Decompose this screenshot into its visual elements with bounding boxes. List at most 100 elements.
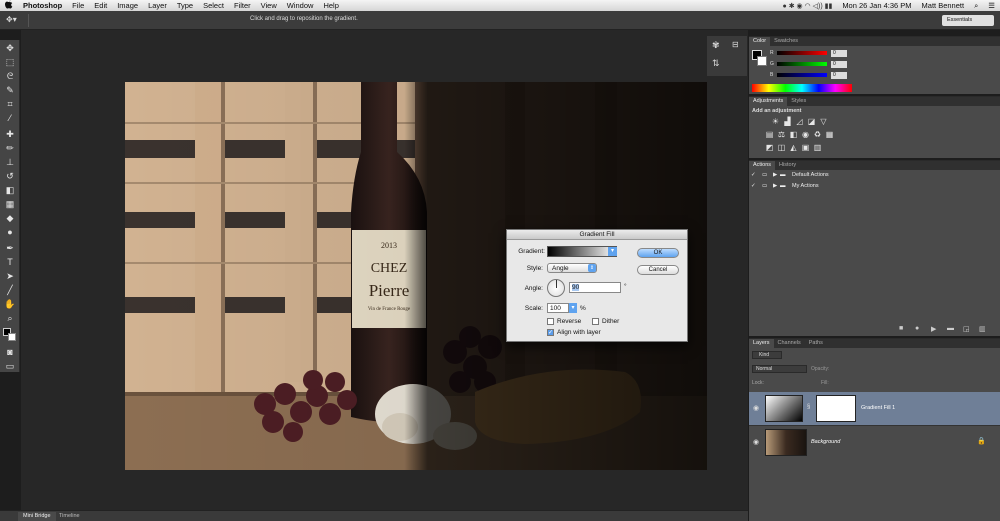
- tab-timeline[interactable]: Timeline: [54, 512, 85, 521]
- action-set-row[interactable]: ✓ ▭ ▶ ▬ Default Actions: [749, 170, 1000, 180]
- move-tool-icon[interactable]: ✥: [4, 42, 16, 54]
- layer-name[interactable]: Gradient Fill 1: [861, 405, 895, 411]
- info-icon[interactable]: ⊟: [732, 40, 739, 49]
- tab-mini-bridge[interactable]: Mini Bridge: [18, 512, 56, 521]
- play-icon[interactable]: ▶: [931, 325, 936, 333]
- record-icon[interactable]: ●: [915, 325, 919, 332]
- stop-icon[interactable]: ■: [899, 325, 903, 332]
- menu-view[interactable]: View: [256, 1, 282, 10]
- eyedropper-tool-icon[interactable]: ⁄: [4, 112, 16, 124]
- exposure-icon[interactable]: ◪: [807, 117, 816, 126]
- apple-icon[interactable]: [0, 0, 18, 11]
- layer-name[interactable]: Background: [811, 439, 840, 445]
- scale-input[interactable]: 100: [547, 303, 569, 313]
- visibility-eye-icon[interactable]: ◉: [753, 404, 759, 412]
- layer-row-background[interactable]: ◉ Background 🔒: [749, 425, 1000, 459]
- tab-channels[interactable]: Channels: [774, 339, 805, 348]
- menu-select[interactable]: Select: [198, 1, 229, 10]
- background-thumbnail[interactable]: [765, 429, 807, 456]
- shape-tool-icon[interactable]: ╱: [4, 284, 16, 296]
- quick-mask-icon[interactable]: ◙: [4, 346, 16, 358]
- brightness-icon[interactable]: ☀: [771, 117, 780, 126]
- blur-tool-icon[interactable]: ◆: [4, 212, 16, 224]
- spotlight-icon[interactable]: ⌕: [969, 1, 983, 11]
- status-icons[interactable]: ● ✱ ◉ ◠ ◁)) ▮▮: [778, 2, 838, 10]
- b-slider[interactable]: [777, 73, 827, 77]
- workspace-select[interactable]: Essentials: [942, 15, 994, 26]
- tab-adjustments[interactable]: Adjustments: [749, 97, 788, 106]
- photo-filter-icon[interactable]: ◉: [801, 130, 810, 139]
- check-icon[interactable]: ✓: [751, 181, 756, 191]
- gradient-thumbnail[interactable]: [765, 395, 803, 422]
- menu-edit[interactable]: Edit: [89, 1, 112, 10]
- menu-file[interactable]: File: [67, 1, 89, 10]
- dither-checkbox[interactable]: [592, 318, 599, 325]
- marquee-tool-icon[interactable]: ⬚: [4, 56, 16, 68]
- eraser-tool-icon[interactable]: ◧: [4, 184, 16, 196]
- action-set-row[interactable]: ✓ ▭ ▶ ▬ My Actions: [749, 181, 1000, 191]
- tab-layers[interactable]: Layers: [749, 339, 774, 348]
- expand-icon[interactable]: ▶: [773, 170, 777, 180]
- vibrance-icon[interactable]: ▽: [819, 117, 828, 126]
- gradient-picker[interactable]: [547, 246, 617, 257]
- visibility-eye-icon[interactable]: ◉: [753, 438, 759, 446]
- pen-tool-icon[interactable]: ✒: [4, 242, 16, 254]
- cancel-button[interactable]: Cancel: [637, 265, 679, 275]
- color-bg-swatch[interactable]: [757, 56, 767, 66]
- dodge-tool-icon[interactable]: ●: [4, 226, 16, 238]
- lasso-tool-icon[interactable]: ᘓ: [4, 70, 16, 82]
- tab-paths[interactable]: Paths: [805, 339, 827, 348]
- gradient-tool-icon[interactable]: ▦: [4, 198, 16, 210]
- move-tool-preset-icon[interactable]: ✥▾: [6, 15, 17, 24]
- path-select-tool-icon[interactable]: ➤: [4, 270, 16, 282]
- menu-image[interactable]: Image: [112, 1, 143, 10]
- hue-sat-icon[interactable]: ▤: [765, 130, 774, 139]
- menu-help[interactable]: Help: [318, 1, 343, 10]
- menu-type[interactable]: Type: [172, 1, 198, 10]
- properties-icon[interactable]: ⇅: [712, 58, 720, 69]
- new-set-icon[interactable]: ▬: [947, 325, 954, 332]
- posterize-icon[interactable]: ◫: [777, 143, 786, 152]
- blend-mode-select[interactable]: Normal: [752, 365, 807, 373]
- layer-row-gradient-fill[interactable]: ◉ § Gradient Fill 1: [749, 392, 1000, 426]
- r-value[interactable]: 0: [831, 50, 847, 57]
- dialog-toggle-icon[interactable]: ▭: [762, 170, 767, 180]
- hand-tool-icon[interactable]: ✋: [4, 298, 16, 310]
- scale-dropdown-button[interactable]: ▾: [569, 303, 577, 313]
- tab-actions[interactable]: Actions: [749, 161, 776, 170]
- align-with-layer-checkbox[interactable]: ✓: [547, 329, 554, 336]
- selective-color-icon[interactable]: ▣: [801, 143, 810, 152]
- trash-icon[interactable]: ▥: [979, 325, 986, 333]
- levels-icon[interactable]: ▟: [783, 117, 792, 126]
- quick-select-tool-icon[interactable]: ✎: [4, 84, 16, 96]
- zoom-tool-icon[interactable]: ⌕: [4, 312, 16, 324]
- user-name[interactable]: Matt Bennett: [917, 1, 970, 10]
- channel-mixer-icon[interactable]: ♻: [813, 130, 822, 139]
- gradient-dropdown-button[interactable]: ▾: [608, 247, 617, 256]
- healing-tool-icon[interactable]: ✚: [4, 128, 16, 140]
- notification-icon[interactable]: ☰: [983, 1, 1000, 10]
- menu-window[interactable]: Window: [282, 1, 319, 10]
- invert-icon[interactable]: ◩: [765, 143, 774, 152]
- b-value[interactable]: 0: [831, 72, 847, 79]
- expand-icon[interactable]: ▶: [773, 181, 777, 191]
- background-color-swatch[interactable]: [8, 333, 16, 341]
- tab-swatches[interactable]: Swatches: [770, 37, 802, 46]
- r-slider[interactable]: [777, 51, 827, 55]
- dialog-toggle-icon[interactable]: ▭: [762, 181, 767, 191]
- menu-filter[interactable]: Filter: [229, 1, 256, 10]
- brush-tool-icon[interactable]: ✏: [4, 142, 16, 154]
- threshold-icon[interactable]: ◭: [789, 143, 798, 152]
- screen-mode-icon[interactable]: ▭: [4, 360, 16, 372]
- color-balance-icon[interactable]: ⚖: [777, 130, 786, 139]
- tab-color[interactable]: Color: [749, 37, 771, 46]
- tab-styles[interactable]: Styles: [787, 97, 810, 106]
- color-lookup-icon[interactable]: ▦: [825, 130, 834, 139]
- curves-icon[interactable]: ◿: [795, 117, 804, 126]
- angle-input[interactable]: 90: [569, 282, 621, 293]
- color-spectrum-bar[interactable]: [752, 84, 852, 92]
- gradient-map-icon[interactable]: ▥: [813, 143, 822, 152]
- reverse-checkbox[interactable]: [547, 318, 554, 325]
- clock[interactable]: Mon 26 Jan 4:36 PM: [837, 1, 916, 10]
- type-tool-icon[interactable]: T: [4, 256, 16, 268]
